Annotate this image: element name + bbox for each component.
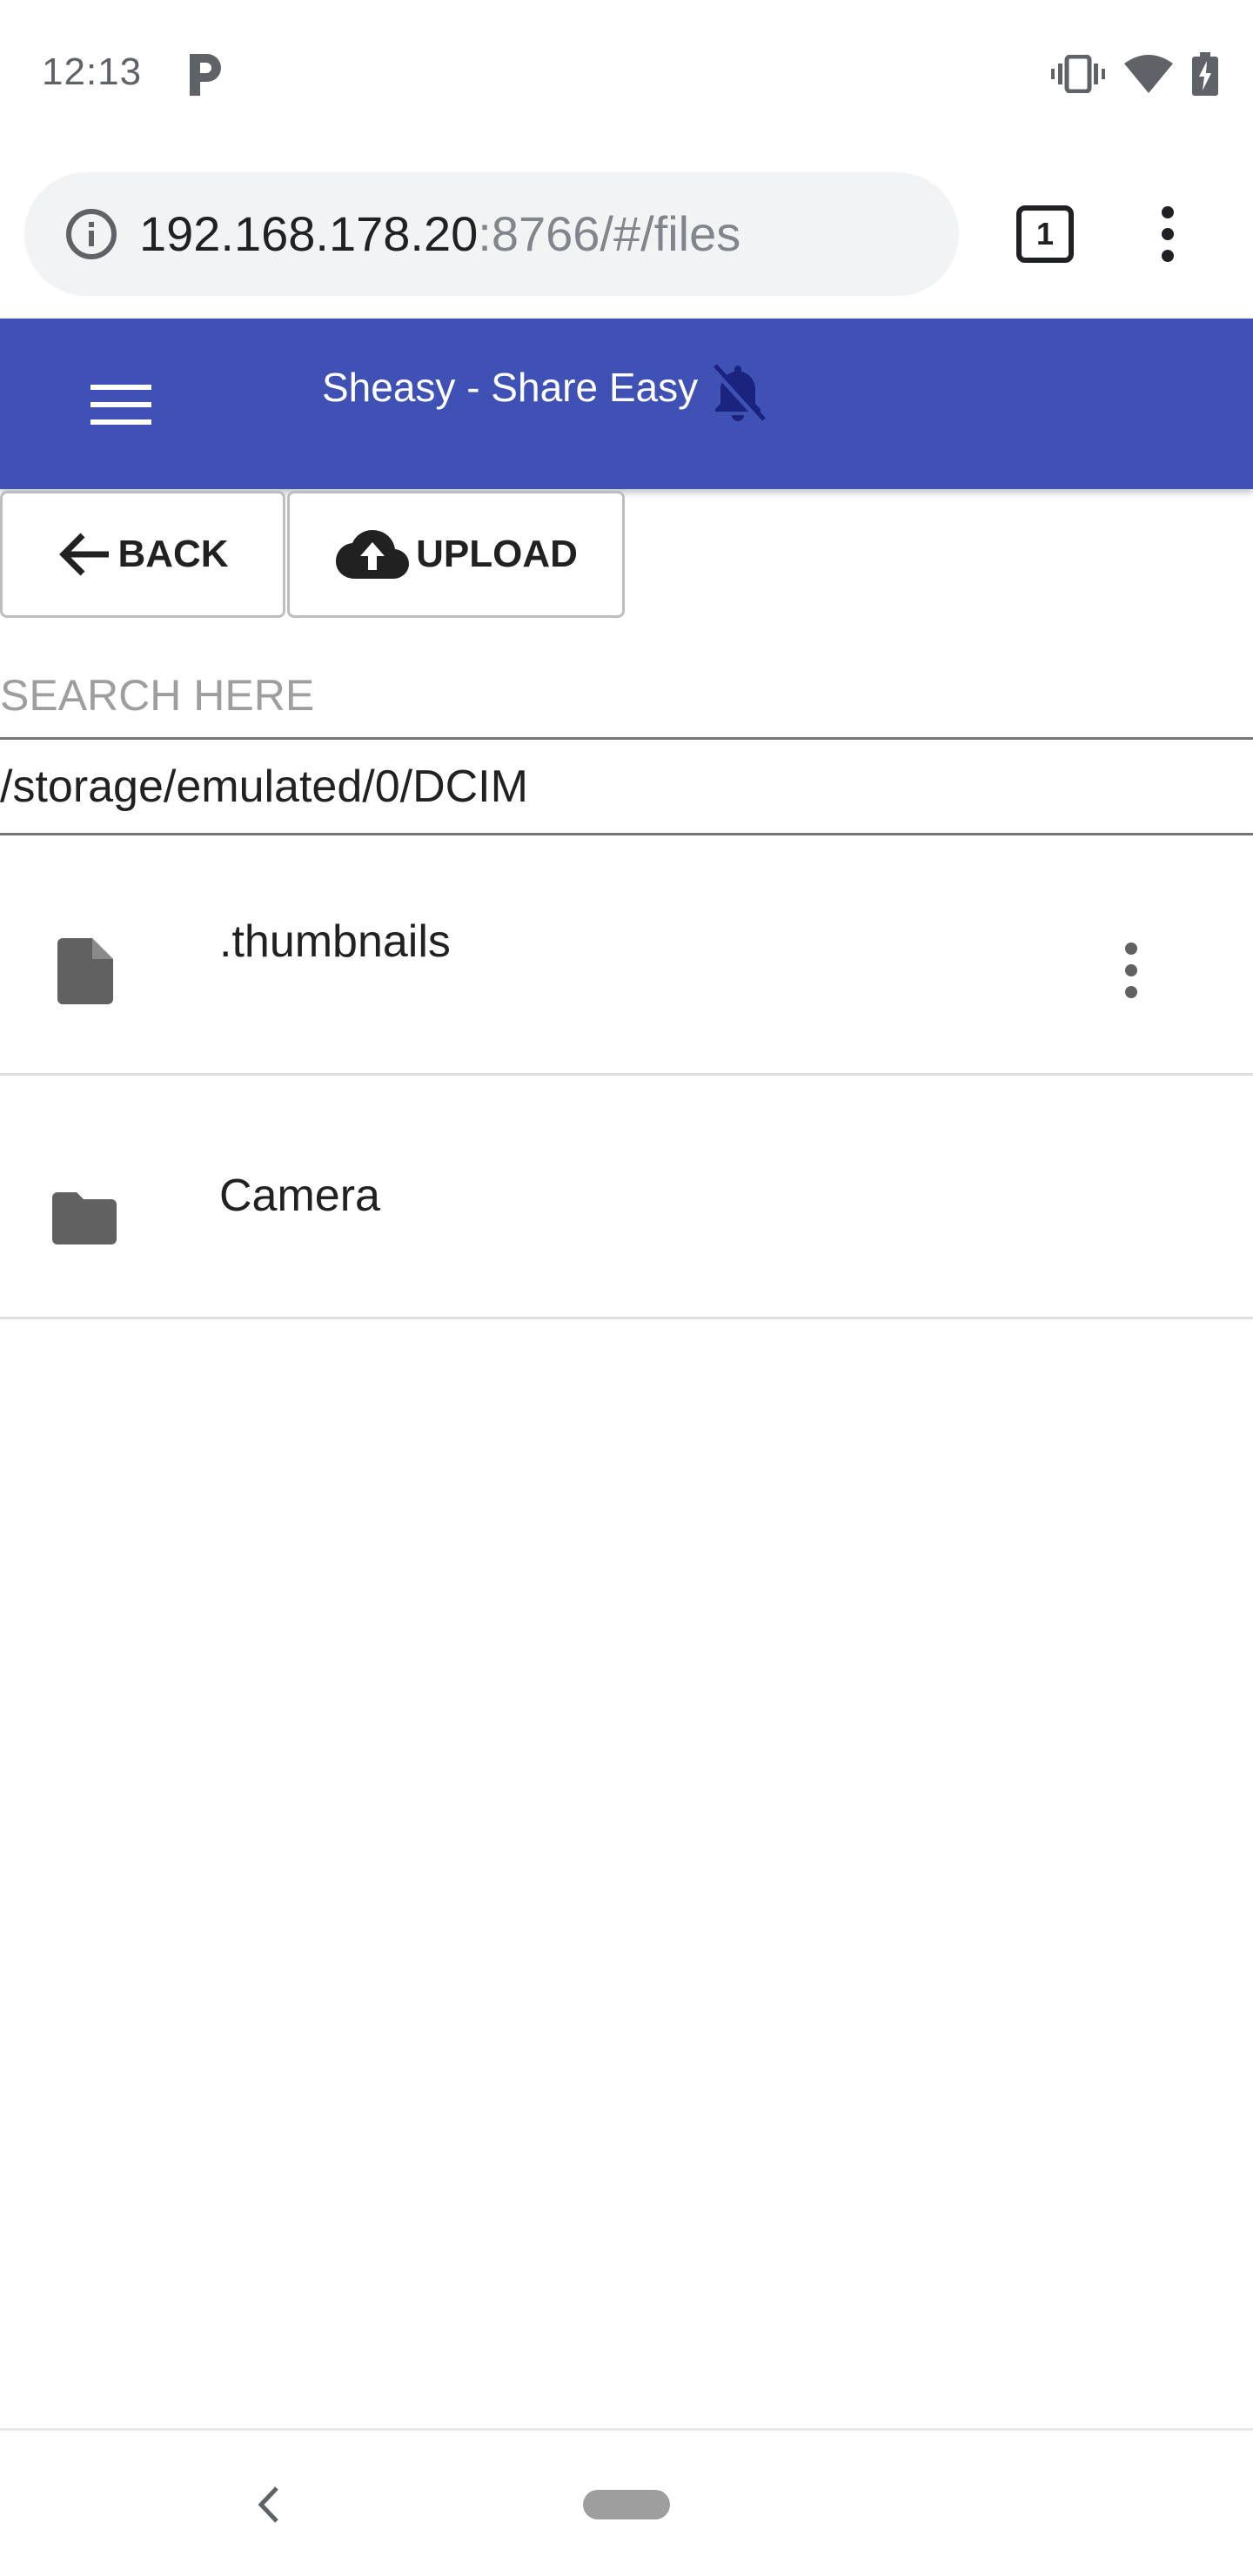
parking-notification-icon	[190, 54, 221, 96]
status-icons	[1051, 52, 1218, 96]
file-name: .thumbnails	[219, 916, 451, 967]
browser-menu-icon[interactable]	[1150, 205, 1185, 263]
tab-count: 1	[1035, 216, 1055, 252]
upload-button[interactable]: UPLOAD	[287, 491, 625, 618]
app-title: Sheasy - Share Easy	[322, 365, 699, 410]
folder-list-item[interactable]: Camera	[0, 1079, 1253, 1319]
upload-button-label: UPLOAD	[416, 533, 578, 575]
back-button-label: BACK	[117, 533, 229, 575]
battery-charging-icon	[1192, 52, 1218, 96]
file-name: Camera	[219, 1171, 380, 1221]
url-host: 192.168.178.20	[139, 206, 479, 261]
notifications-off-icon[interactable]	[708, 362, 767, 425]
search-input[interactable]	[0, 653, 1253, 740]
back-button[interactable]: BACK	[0, 491, 285, 618]
url-text[interactable]: 192.168.178.20:8766/#/files	[139, 205, 740, 262]
address-bar[interactable]: 192.168.178.20:8766/#/files	[24, 172, 959, 296]
info-icon[interactable]	[64, 207, 118, 261]
tab-switcher-button[interactable]: 1	[1016, 205, 1074, 263]
url-path: :8766/#/files	[478, 206, 741, 261]
current-path-field[interactable]: /storage/emulated/0/DCIM	[0, 741, 1253, 835]
file-list-item[interactable]: .thumbnails	[0, 835, 1253, 1076]
vibrate-icon	[1051, 55, 1105, 93]
file-icon	[57, 938, 113, 1004]
system-navigation-bar	[0, 2428, 1253, 2576]
status-time: 12:13	[42, 50, 143, 93]
hamburger-menu-icon[interactable]	[90, 383, 151, 426]
nav-home-pill[interactable]	[583, 2490, 670, 2519]
cloud-upload-icon	[336, 530, 410, 579]
arrow-back-icon	[59, 533, 110, 576]
app-bar: Sheasy - Share Easy	[0, 319, 1253, 489]
status-bar: 12:13	[0, 0, 1253, 148]
folder-icon	[52, 1192, 117, 1244]
wifi-icon	[1124, 55, 1173, 93]
more-options-icon[interactable]	[1114, 942, 1149, 999]
nav-back-icon[interactable]	[252, 2483, 287, 2526]
